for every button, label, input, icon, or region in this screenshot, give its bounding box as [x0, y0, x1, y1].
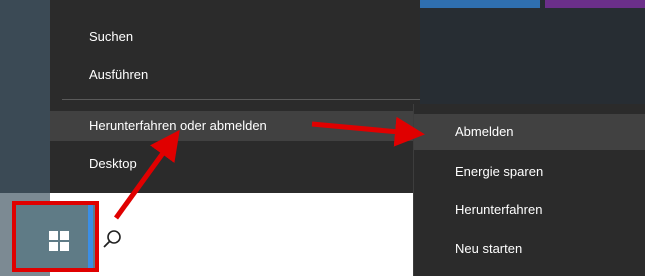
- submenu-item-label: Herunterfahren: [455, 202, 543, 217]
- chevron-right-icon: ›: [401, 118, 406, 134]
- menu-item-desktop[interactable]: Desktop: [50, 149, 420, 179]
- search-icon[interactable]: [102, 228, 124, 250]
- start-tiles-area: [420, 0, 645, 105]
- start-button[interactable]: [12, 201, 99, 272]
- winx-context-menu: Suchen Ausführen Herunterfahren oder abm…: [50, 0, 420, 193]
- submenu-item-sleep[interactable]: Energie sparen: [414, 154, 645, 190]
- submenu-item-restart[interactable]: Neu starten: [414, 231, 645, 267]
- tile-strip: [545, 0, 645, 8]
- menu-item-label: Ausführen: [89, 67, 149, 82]
- tile-strip: [420, 0, 540, 8]
- menu-item-run[interactable]: Ausführen: [50, 60, 420, 90]
- desktop-background: [0, 0, 50, 193]
- submenu-item-label: Neu starten: [455, 241, 523, 256]
- submenu-item-label: Energie sparen: [455, 164, 544, 179]
- menu-separator: [62, 99, 420, 100]
- menu-item-shutdown-or-signout[interactable]: Herunterfahren oder abmelden ›: [50, 111, 420, 141]
- windows-logo-icon: [49, 231, 69, 251]
- shutdown-submenu: Abmelden Energie sparen Herunterfahren N…: [413, 104, 645, 276]
- menu-item-search[interactable]: Suchen: [50, 22, 420, 52]
- submenu-item-sign-out[interactable]: Abmelden: [414, 114, 645, 150]
- menu-item-label: Desktop: [89, 156, 137, 171]
- submenu-item-label: Abmelden: [455, 124, 514, 139]
- submenu-item-shut-down[interactable]: Herunterfahren: [414, 192, 645, 228]
- menu-item-label: Suchen: [89, 29, 134, 44]
- menu-item-label: Herunterfahren oder abmelden: [89, 118, 267, 133]
- start-button-accent: [88, 205, 93, 268]
